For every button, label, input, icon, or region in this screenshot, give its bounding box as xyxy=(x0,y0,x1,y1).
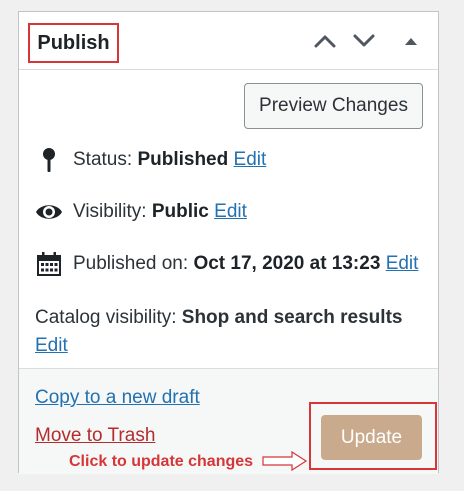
published-on-row: Published on: Oct 17, 2020 at 13:23 Edit xyxy=(35,250,418,278)
panel-title: Publish xyxy=(37,31,110,54)
move-up-button[interactable] xyxy=(311,27,339,55)
visibility-row: Visibility: Public Edit xyxy=(35,198,247,226)
status-value: Published xyxy=(137,149,229,170)
calendar-icon xyxy=(35,250,63,278)
panel-header: Publish xyxy=(19,12,438,70)
catalog-value: Shop and search results xyxy=(181,307,403,328)
edit-visibility-link[interactable]: Edit xyxy=(214,201,247,223)
status-label: Status: xyxy=(73,149,133,170)
published-on-label: Published on: xyxy=(73,253,189,274)
annotation-text: Click to update changes xyxy=(69,453,254,470)
title-highlight-box: Publish xyxy=(28,23,119,63)
move-to-trash-link[interactable]: Move to Trash xyxy=(35,425,155,447)
edit-date-link[interactable]: Edit xyxy=(386,253,419,275)
published-on-value: Oct 17, 2020 at 13:23 xyxy=(193,253,381,274)
update-highlight-box: Update xyxy=(309,402,437,470)
major-publishing-actions: Copy to a new draft Move to Trash Update… xyxy=(19,368,438,474)
chevron-up-icon xyxy=(314,35,336,48)
arrow-right-icon xyxy=(262,450,308,472)
edit-status-link[interactable]: Edit xyxy=(234,149,267,171)
visibility-value: Public xyxy=(151,201,209,222)
edit-catalog-link[interactable]: Edit xyxy=(35,335,68,356)
pin-icon xyxy=(35,146,63,174)
eye-icon xyxy=(35,198,63,226)
copy-to-draft-link[interactable]: Copy to a new draft xyxy=(35,387,200,409)
move-down-button[interactable] xyxy=(350,27,378,55)
toggle-panel-button[interactable] xyxy=(397,27,425,55)
catalog-visibility-row: Catalog visibility: Shop and search resu… xyxy=(35,304,402,360)
update-button[interactable]: Update xyxy=(321,415,422,460)
triangle-up-icon xyxy=(405,38,417,45)
preview-changes-button[interactable]: Preview Changes xyxy=(244,83,423,129)
publish-panel: Publish Preview Changes Status: Publishe… xyxy=(18,11,439,474)
visibility-label: Visibility: xyxy=(73,201,147,222)
catalog-label: Catalog visibility: xyxy=(35,307,177,328)
chevron-down-icon xyxy=(353,34,375,47)
status-row: Status: Published Edit xyxy=(35,146,266,174)
